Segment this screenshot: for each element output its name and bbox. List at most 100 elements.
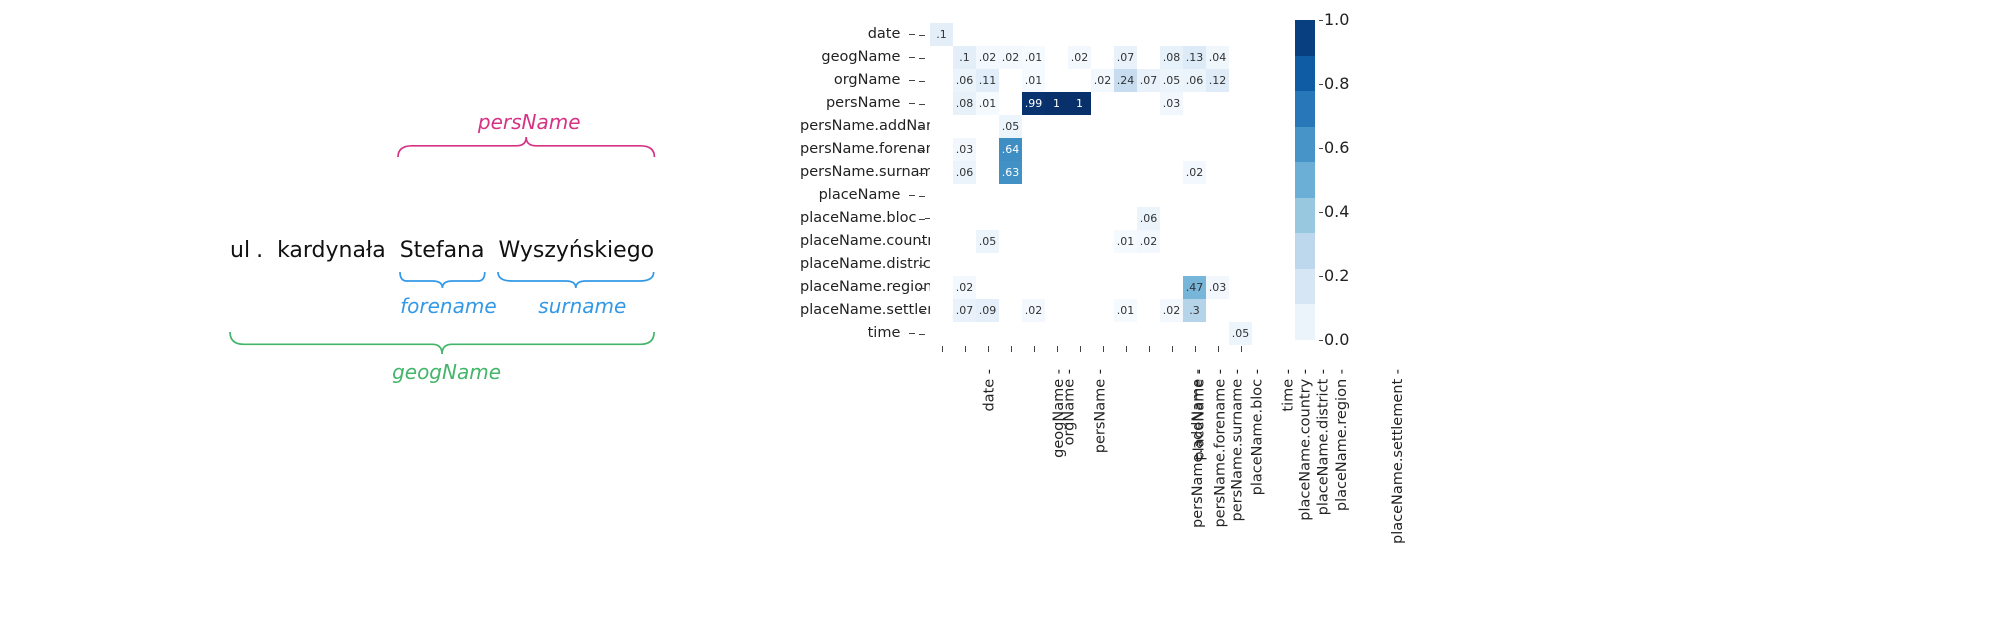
heatmap-cell bbox=[1229, 184, 1252, 207]
heatmap-x-label: placeName - bbox=[1191, 369, 1207, 461]
heatmap-cell bbox=[953, 230, 976, 253]
heatmap-cell bbox=[1091, 115, 1114, 138]
heatmap-x-label: orgName - bbox=[1061, 369, 1077, 445]
heatmap-cell bbox=[1068, 322, 1091, 345]
figure-root: persName ul . kardynała Stefana Wyszyńsk… bbox=[0, 0, 2000, 630]
brace-surname bbox=[496, 270, 656, 297]
heatmap-cell bbox=[1068, 115, 1091, 138]
heatmap-cell bbox=[1091, 253, 1114, 276]
heatmap-cell bbox=[1022, 207, 1045, 230]
heatmap-cell bbox=[1068, 230, 1091, 253]
heatmap-cell bbox=[1137, 161, 1160, 184]
heatmap-cell bbox=[953, 23, 976, 46]
heatmap-cell bbox=[1045, 23, 1068, 46]
heatmap-cell bbox=[930, 92, 953, 115]
heatmap-y-label: placeName.bloc bbox=[800, 207, 915, 230]
heatmap-cell: .99 bbox=[1022, 92, 1045, 115]
heatmap-cell bbox=[1137, 322, 1160, 345]
heatmap-cell bbox=[930, 207, 953, 230]
heatmap-x-label: placeName.district - bbox=[1315, 369, 1331, 515]
token-dot: . bbox=[256, 238, 263, 263]
brace-geogname bbox=[228, 330, 656, 363]
heatmap-cell: .07 bbox=[1114, 46, 1137, 69]
heatmap-cell bbox=[1045, 184, 1068, 207]
heatmap-y-label: persName.surname bbox=[800, 161, 915, 184]
heatmap-x-label: placeName.country - bbox=[1297, 369, 1313, 521]
heatmap-cell bbox=[1160, 253, 1183, 276]
heatmap-cell bbox=[953, 115, 976, 138]
heatmap-cell: 1 bbox=[1068, 92, 1091, 115]
heatmap-cell: .11 bbox=[976, 69, 999, 92]
token-kardynala: kardynała bbox=[277, 238, 386, 263]
heatmap-y-label: placeName bbox=[800, 184, 915, 207]
heatmap-cell bbox=[1206, 161, 1229, 184]
heatmap-x-label: time - bbox=[1280, 369, 1296, 412]
heatmap-cell bbox=[976, 138, 999, 161]
colorbar-tick-label: 0.0 bbox=[1324, 330, 1349, 349]
heatmap-cell bbox=[1022, 322, 1045, 345]
heatmap-grid: .1.1.02.02.01.02.07.08.13.04.06.11.01.02… bbox=[930, 23, 1252, 345]
heatmap-cell bbox=[1068, 276, 1091, 299]
heatmap-cell bbox=[1137, 253, 1160, 276]
heatmap-cell: .01 bbox=[1114, 230, 1137, 253]
heatmap-cell bbox=[1114, 92, 1137, 115]
heatmap-cell bbox=[1229, 253, 1252, 276]
heatmap-cell bbox=[1229, 230, 1252, 253]
heatmap-y-label: time bbox=[800, 322, 915, 345]
heatmap-cell bbox=[1160, 322, 1183, 345]
heatmap-cell bbox=[1068, 138, 1091, 161]
heatmap-cell bbox=[1091, 322, 1114, 345]
heatmap-cell: .06 bbox=[953, 69, 976, 92]
heatmap-cell bbox=[930, 115, 953, 138]
heatmap-cell bbox=[1229, 92, 1252, 115]
heatmap-cell: .08 bbox=[1160, 46, 1183, 69]
heatmap-cell bbox=[1091, 184, 1114, 207]
heatmap-cell: .02 bbox=[976, 46, 999, 69]
heatmap-cell bbox=[1229, 207, 1252, 230]
colorbar-tick-label: 0.8 bbox=[1324, 74, 1349, 93]
heatmap-cell: .01 bbox=[1022, 46, 1045, 69]
heatmap-y-label: date bbox=[800, 23, 915, 46]
heatmap-cell bbox=[1022, 230, 1045, 253]
heatmap-cell bbox=[1091, 276, 1114, 299]
heatmap-cell: .05 bbox=[1160, 69, 1183, 92]
heatmap-cell bbox=[1229, 299, 1252, 322]
heatmap-cell bbox=[1137, 276, 1160, 299]
heatmap-cell bbox=[1045, 299, 1068, 322]
heatmap-cell: .02 bbox=[1022, 299, 1045, 322]
heatmap-cell bbox=[1229, 276, 1252, 299]
heatmap-y-label: placeName.district bbox=[800, 253, 915, 276]
heatmap-cell bbox=[1206, 184, 1229, 207]
heatmap-x-label: persName.surname - bbox=[1229, 369, 1245, 521]
heatmap-cell: .03 bbox=[1160, 92, 1183, 115]
heatmap-cell bbox=[999, 207, 1022, 230]
heatmap-cell: .06 bbox=[1183, 69, 1206, 92]
heatmap-cell bbox=[1229, 138, 1252, 161]
heatmap-cell: .04 bbox=[1206, 46, 1229, 69]
heatmap-cell bbox=[999, 322, 1022, 345]
heatmap-cell: .01 bbox=[976, 92, 999, 115]
heatmap-cell bbox=[1045, 207, 1068, 230]
label-persname: persName bbox=[478, 110, 581, 134]
heatmap-y-labels: date geogName orgName persName persName.… bbox=[800, 23, 915, 345]
token-row: ul . kardynała Stefana Wyszyńskiego bbox=[230, 238, 710, 263]
heatmap-cell bbox=[1114, 23, 1137, 46]
heatmap-cell bbox=[930, 69, 953, 92]
label-geogname: geogName bbox=[392, 360, 501, 384]
token-ul: ul bbox=[230, 238, 250, 263]
heatmap-cell bbox=[1022, 161, 1045, 184]
heatmap-y-label: persName bbox=[800, 92, 915, 115]
heatmap-cell: .07 bbox=[953, 299, 976, 322]
heatmap-cell bbox=[999, 299, 1022, 322]
heatmap-cell: .01 bbox=[1114, 299, 1137, 322]
heatmap-cell bbox=[1206, 207, 1229, 230]
heatmap-cell: .64 bbox=[999, 138, 1022, 161]
heatmap-cell bbox=[1022, 184, 1045, 207]
heatmap-cell bbox=[1183, 253, 1206, 276]
heatmap-cell bbox=[976, 253, 999, 276]
heatmap-y-label: placeName.country bbox=[800, 230, 915, 253]
heatmap-cell: .05 bbox=[1229, 322, 1252, 345]
heatmap-y-label: placeName.region bbox=[800, 276, 915, 299]
heatmap-cell bbox=[1229, 115, 1252, 138]
heatmap-cell: .03 bbox=[1206, 276, 1229, 299]
